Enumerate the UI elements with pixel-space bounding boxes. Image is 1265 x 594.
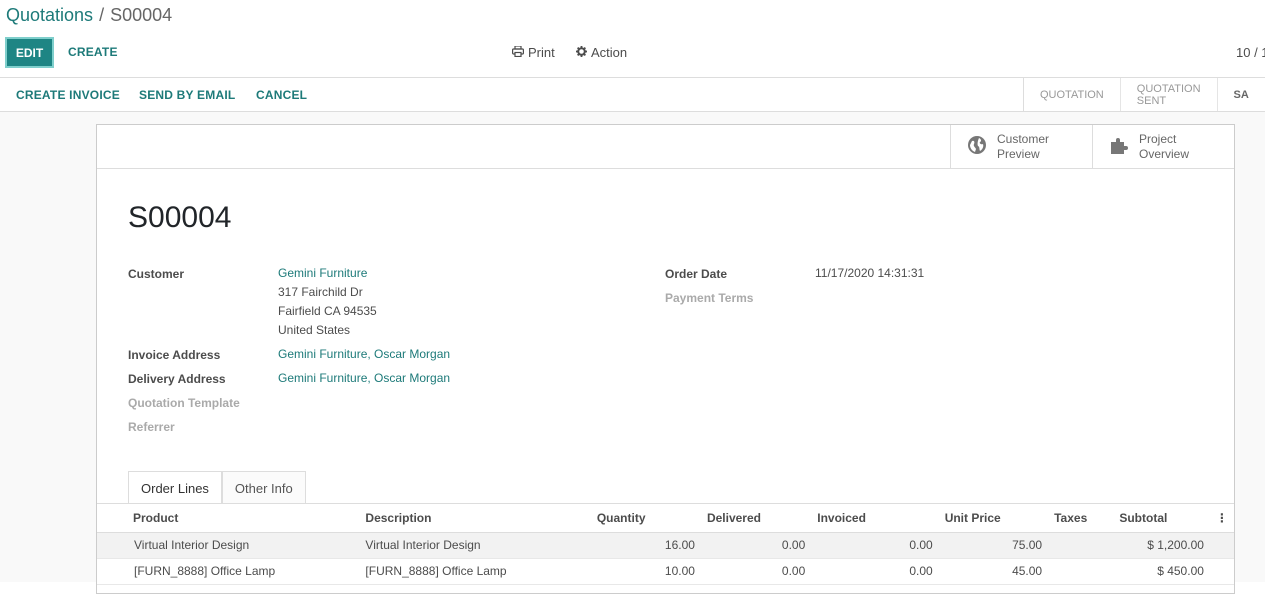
- quotation-template-label: Quotation Template: [128, 396, 240, 410]
- cell-invoiced: 0.00: [811, 558, 939, 585]
- breadcrumb-quotations-link[interactable]: Quotations: [6, 5, 93, 25]
- cell-delivered: 0.00: [700, 558, 812, 585]
- cell-description: Virtual Interior Design: [359, 532, 591, 559]
- order-date-label: Order Date: [665, 267, 728, 281]
- breadcrumb: Quotations / S00004: [6, 4, 172, 26]
- gear-icon: [576, 45, 587, 60]
- customer-preview-line2: Preview: [997, 147, 1040, 161]
- cell-subtotal: $ 1,200.00: [1113, 532, 1210, 559]
- tab-other-info[interactable]: Other Info: [221, 471, 306, 504]
- customer-link[interactable]: Gemini Furniture: [278, 264, 377, 283]
- cell-product: Virtual Interior Design: [97, 532, 360, 559]
- breadcrumb-separator: /: [99, 5, 105, 25]
- page-title: S00004: [128, 201, 232, 234]
- edit-button[interactable]: EDIT: [5, 37, 54, 68]
- statusbar: CREATE INVOICE SEND BY EMAIL CANCEL QUOT…: [0, 78, 1265, 112]
- project-overview-line2: Overview: [1139, 147, 1190, 161]
- cell-quantity: 10.00: [590, 558, 701, 585]
- customer-address-block: Gemini Furniture 317 Fairchild Dr Fairfi…: [278, 264, 377, 340]
- column-header-taxes[interactable]: Taxes: [1048, 504, 1114, 533]
- tab-order-lines[interactable]: Order Lines: [128, 471, 222, 504]
- globe-icon: [967, 135, 987, 159]
- project-overview-line1: Project: [1139, 132, 1177, 146]
- create-invoice-button[interactable]: CREATE INVOICE: [16, 88, 120, 102]
- column-header-unit-price[interactable]: Unit Price: [938, 504, 1049, 533]
- project-overview-button[interactable]: Project Overview: [1092, 125, 1234, 169]
- customer-street: 317 Fairchild Dr: [278, 285, 363, 299]
- column-header-delivered[interactable]: Delivered: [700, 504, 812, 533]
- referrer-label: Referrer: [128, 420, 175, 434]
- order-date-value: 11/17/2020 14:31:31: [815, 266, 925, 280]
- delivery-address-link[interactable]: Gemini Furniture, Oscar Morgan: [278, 369, 450, 388]
- stage-pipeline: QUOTATION QUOTATION SENT SA: [1023, 78, 1265, 111]
- cancel-button[interactable]: CANCEL: [256, 88, 307, 102]
- cell-unit-price: 75.00: [938, 532, 1049, 559]
- breadcrumb-current: S00004: [110, 5, 173, 25]
- form-sheet: Customer Preview Project Overview S00004…: [96, 124, 1235, 594]
- column-header-product[interactable]: Product: [97, 504, 360, 533]
- notebook-tabs: Order Lines Other Info: [128, 471, 306, 504]
- invoice-address-link[interactable]: Gemini Furniture, Oscar Morgan: [278, 345, 450, 364]
- customer-country: United States: [278, 323, 351, 337]
- column-header-subtotal[interactable]: Subtotal: [1113, 504, 1210, 533]
- cell-taxes: [1048, 532, 1114, 559]
- smart-button-box: Customer Preview Project Overview: [97, 125, 1234, 169]
- column-header-description[interactable]: Description: [359, 504, 591, 533]
- print-menu[interactable]: Print: [512, 45, 555, 60]
- order-lines-table: Product Description Quantity Delivered I…: [97, 504, 1234, 585]
- cell-product: [FURN_8888] Office Lamp: [97, 558, 360, 585]
- pager-value[interactable]: 10 / 1: [1236, 45, 1265, 60]
- column-header-invoiced[interactable]: Invoiced: [811, 504, 939, 533]
- stage-sales-order[interactable]: SA: [1218, 78, 1265, 111]
- stage-quotation-sent[interactable]: QUOTATION SENT: [1121, 78, 1218, 111]
- create-button[interactable]: CREATE: [68, 45, 118, 59]
- cell-subtotal: $ 450.00: [1113, 558, 1210, 585]
- action-label: Action: [591, 45, 628, 60]
- invoice-address-label: Invoice Address: [128, 348, 221, 362]
- stage-quotation[interactable]: QUOTATION: [1024, 78, 1121, 111]
- customer-label: Customer: [128, 267, 185, 281]
- payment-terms-label: Payment Terms: [665, 291, 754, 305]
- cell-invoiced: 0.00: [811, 532, 939, 559]
- optional-columns-icon[interactable]: ⋮: [1209, 504, 1234, 533]
- customer-city: Fairfield CA 94535: [278, 304, 377, 318]
- printer-icon: [512, 45, 525, 60]
- cell-taxes: [1048, 558, 1114, 585]
- cell-delivered: 0.00: [700, 532, 812, 559]
- table-header-row: Product Description Quantity Delivered I…: [97, 504, 1234, 533]
- customer-preview-line1: Customer: [997, 132, 1050, 146]
- print-label: Print: [528, 45, 555, 60]
- column-header-quantity[interactable]: Quantity: [590, 504, 701, 533]
- send-by-email-button[interactable]: SEND BY EMAIL: [139, 88, 235, 102]
- table-row[interactable]: Virtual Interior Design Virtual Interior…: [97, 532, 1234, 559]
- delivery-address-label: Delivery Address: [128, 372, 226, 386]
- cell-unit-price: 45.00: [938, 558, 1049, 585]
- cell-description: [FURN_8888] Office Lamp: [359, 558, 591, 585]
- puzzle-icon: [1109, 135, 1129, 159]
- cell-quantity: 16.00: [590, 532, 701, 559]
- table-row[interactable]: [FURN_8888] Office Lamp [FURN_8888] Offi…: [97, 558, 1234, 585]
- customer-preview-button[interactable]: Customer Preview: [950, 125, 1092, 169]
- action-menu[interactable]: Action: [576, 45, 627, 60]
- control-panel: Quotations / S00004 EDIT CREATE Print Acti…: [0, 0, 1265, 78]
